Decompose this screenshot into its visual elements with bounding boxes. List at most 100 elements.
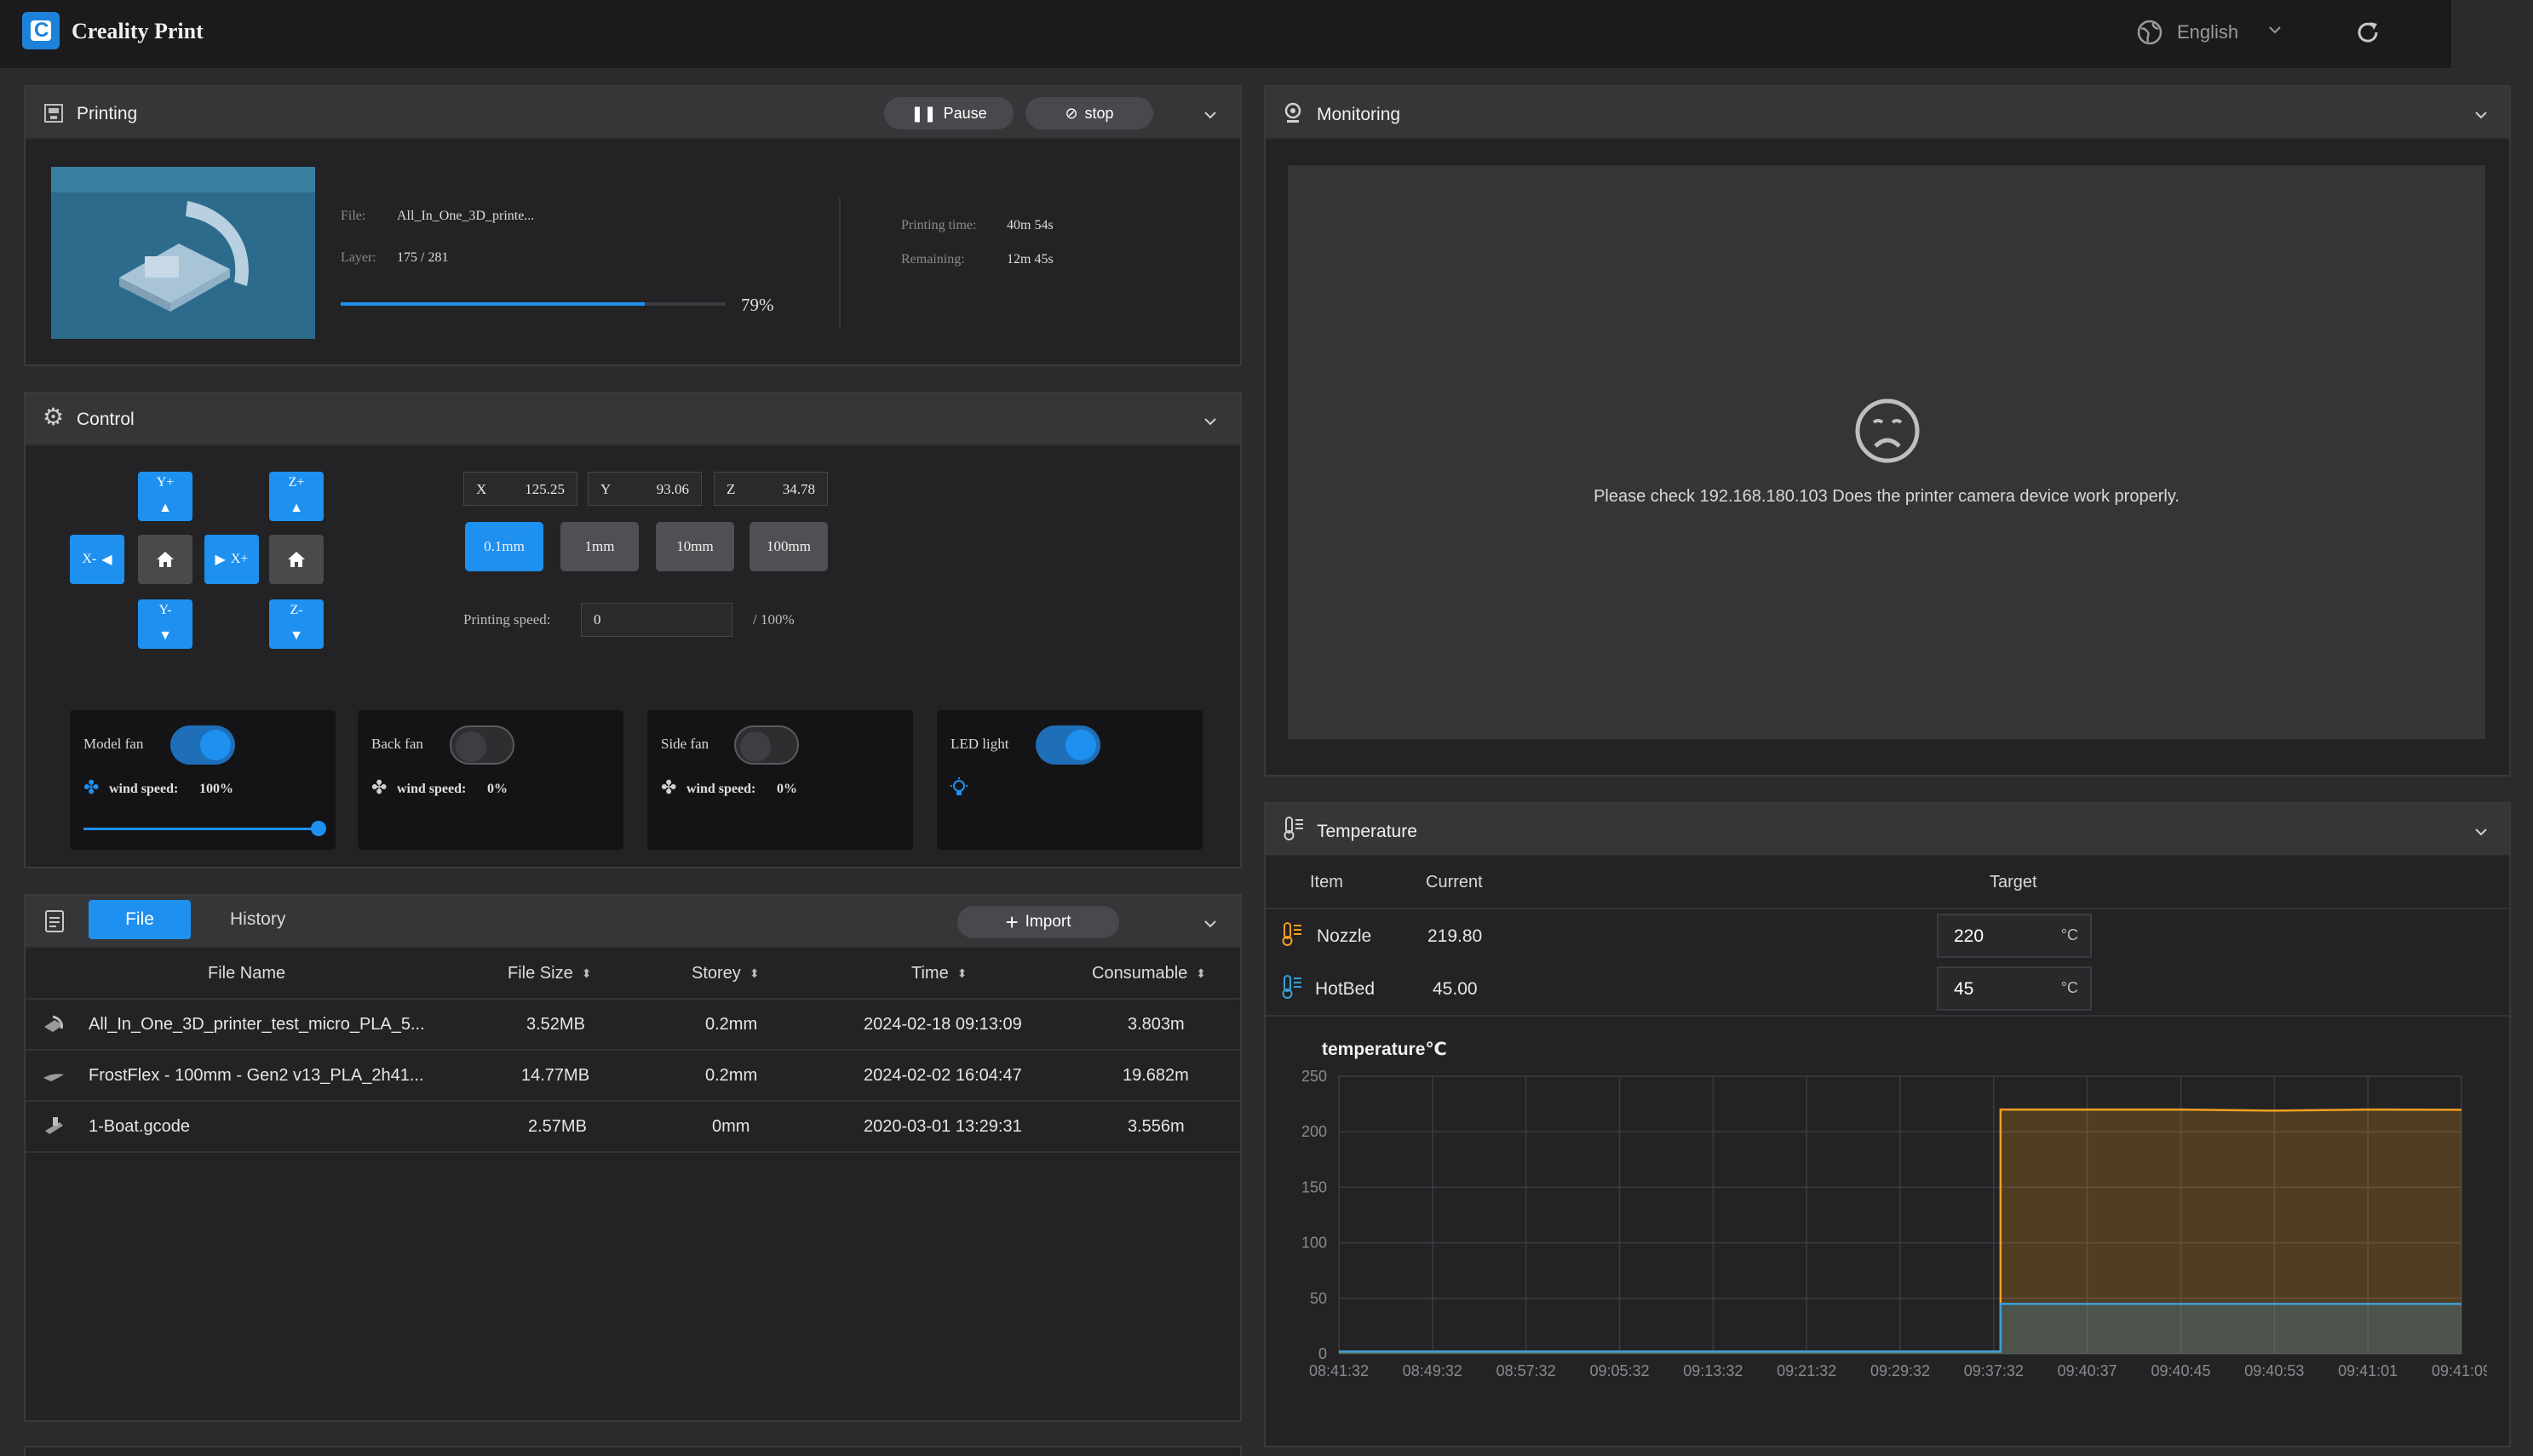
- chevron-down-icon[interactable]: [2472, 106, 2490, 124]
- column-storey[interactable]: Storey ⬍: [692, 964, 760, 983]
- printing-time-label: Printing time:: [901, 218, 977, 232]
- model-thumbnail-icon: [44, 1015, 63, 1032]
- x-tick-label: 09:40:37: [2058, 1362, 2117, 1379]
- chevron-down-icon[interactable]: [2266, 20, 2284, 39]
- side-fan-label: Side fan: [661, 736, 709, 752]
- led-light-toggle[interactable]: [1036, 725, 1100, 765]
- arrow-up-icon: ▲: [158, 501, 172, 515]
- hotbed-thermometer-icon: [1282, 975, 1301, 999]
- header-target: Target: [1990, 873, 2037, 891]
- x-plus-button[interactable]: ▶ X+: [204, 535, 259, 584]
- nozzle-target-unit: °C: [2060, 926, 2078, 943]
- x-tick-label: 09:29:32: [1870, 1362, 1930, 1379]
- side-fan-wind-value: 0%: [777, 782, 797, 796]
- layer-value: 175 / 281: [397, 250, 449, 265]
- app-title: Creality Print: [72, 19, 204, 43]
- x-tick-label: 08:57:32: [1496, 1362, 1556, 1379]
- divider: [1266, 1015, 2509, 1017]
- language-selector[interactable]: English: [2177, 21, 2238, 43]
- x-tick-label: 09:40:45: [2151, 1362, 2210, 1379]
- model-fan-slider-fill: [83, 828, 319, 830]
- header-item: Item: [1310, 873, 1343, 891]
- remaining-label: Remaining:: [901, 252, 965, 267]
- printing-speed-input[interactable]: 0: [581, 603, 732, 637]
- sort-icon: ⬍: [581, 966, 592, 980]
- document-icon: [45, 910, 64, 932]
- model-fan-slider-thumb[interactable]: [311, 821, 326, 836]
- fan-icon: ✤: [83, 777, 100, 798]
- webcam-icon: [1284, 102, 1301, 123]
- arrow-right-icon: ▶: [215, 553, 226, 567]
- y-minus-button[interactable]: Y- ▼: [138, 599, 192, 649]
- chevron-down-icon[interactable]: [1201, 412, 1220, 431]
- divider: [26, 1151, 1240, 1153]
- chevron-down-icon[interactable]: [2472, 823, 2490, 841]
- column-time[interactable]: Time ⬍: [911, 964, 967, 983]
- plus-icon: +: [1005, 909, 1019, 935]
- x-tick-label: 08:49:32: [1403, 1362, 1462, 1379]
- control-header: [26, 393, 1240, 446]
- hotbed-target-input[interactable]: 45 °C: [1937, 966, 2092, 1011]
- file-consumable: 3.803m: [1128, 1015, 1185, 1034]
- hotbed-target-value: 45: [1954, 979, 1974, 999]
- temperature-title: Temperature: [1317, 822, 1417, 841]
- nozzle-target-input[interactable]: 220 °C: [1937, 914, 2092, 958]
- top-bar: [0, 0, 2451, 68]
- remaining-value: 12m 45s: [1007, 252, 1054, 267]
- column-file-name[interactable]: File Name: [208, 964, 285, 983]
- toggle-knob: [1065, 730, 1096, 760]
- x-tick-label: 08:41:32: [1309, 1362, 1369, 1379]
- file-time: 2024-02-18 09:13:09: [864, 1015, 1022, 1034]
- y-plus-button[interactable]: Y+ ▲: [138, 472, 192, 521]
- z-minus-label: Z-: [290, 603, 303, 617]
- chevron-down-icon[interactable]: [1201, 914, 1220, 933]
- chevron-down-icon[interactable]: [1201, 106, 1220, 124]
- z-minus-button[interactable]: Z- ▼: [269, 599, 324, 649]
- step-0-1mm-button[interactable]: 0.1mm: [465, 522, 543, 571]
- model-fan-toggle[interactable]: [170, 725, 235, 765]
- arrow-down-icon: ▼: [158, 628, 172, 643]
- sort-icon: ⬍: [1196, 966, 1207, 980]
- step-10mm-button[interactable]: 10mm: [656, 522, 734, 571]
- table-row[interactable]: All_In_One_3D_printer_test_micro_PLA_5..…: [26, 1000, 1240, 1049]
- home-xy-button[interactable]: [138, 535, 192, 584]
- header-current: Current: [1426, 873, 1483, 891]
- step-100mm-button[interactable]: 100mm: [750, 522, 828, 571]
- table-row[interactable]: FrostFlex - 100mm - Gen2 v13_PLA_2h41...…: [26, 1051, 1240, 1100]
- tab-history[interactable]: History: [230, 909, 285, 930]
- column-consumable[interactable]: Consumable ⬍: [1092, 964, 1206, 983]
- printing-title: Printing: [77, 104, 138, 123]
- import-button[interactable]: + Import: [957, 906, 1119, 938]
- pause-button[interactable]: ❚❚ Pause: [884, 97, 1014, 129]
- tab-file[interactable]: File: [89, 900, 191, 939]
- file-size: 3.52MB: [526, 1015, 585, 1034]
- fan-icon: ✤: [371, 777, 388, 798]
- back-fan-wind-value: 0%: [487, 782, 508, 796]
- pause-icon: ❚❚: [910, 104, 937, 122]
- camera-error-message: Please check 192.168.180.103 Does the pr…: [1594, 487, 2180, 506]
- globe-icon[interactable]: [2136, 19, 2163, 46]
- file-size: 2.57MB: [528, 1117, 587, 1136]
- step-1mm-button[interactable]: 1mm: [560, 522, 639, 571]
- x-minus-button[interactable]: X- ◀: [70, 535, 124, 584]
- stop-button[interactable]: ⊘ stop: [1025, 97, 1153, 129]
- file-label: File:: [341, 209, 366, 223]
- gear-icon: ⚙: [43, 404, 65, 430]
- stop-label: stop: [1084, 104, 1114, 122]
- arrow-down-icon: ▼: [290, 628, 303, 643]
- back-fan-toggle[interactable]: [450, 725, 514, 765]
- hotbed-target-unit: °C: [2060, 979, 2078, 996]
- monitoring-header: [1266, 87, 2509, 140]
- column-file-size[interactable]: File Size ⬍: [508, 964, 591, 983]
- y-tick-label: 50: [1310, 1290, 1327, 1307]
- file-time: 2020-03-01 13:29:31: [864, 1117, 1022, 1136]
- z-plus-button[interactable]: Z+ ▲: [269, 472, 324, 521]
- table-row[interactable]: 1-Boat.gcode 2.57MB 0mm 2020-03-01 13:29…: [26, 1102, 1240, 1151]
- refresh-icon[interactable]: [2354, 19, 2381, 46]
- home-z-button[interactable]: [269, 535, 324, 584]
- y-coord-label: Y: [600, 481, 612, 497]
- x-coordinate: X 125.25: [463, 472, 577, 506]
- side-fan-toggle[interactable]: [734, 725, 799, 765]
- sort-icon: ⬍: [956, 966, 968, 980]
- side-fan-wind-label: wind speed:: [686, 782, 756, 796]
